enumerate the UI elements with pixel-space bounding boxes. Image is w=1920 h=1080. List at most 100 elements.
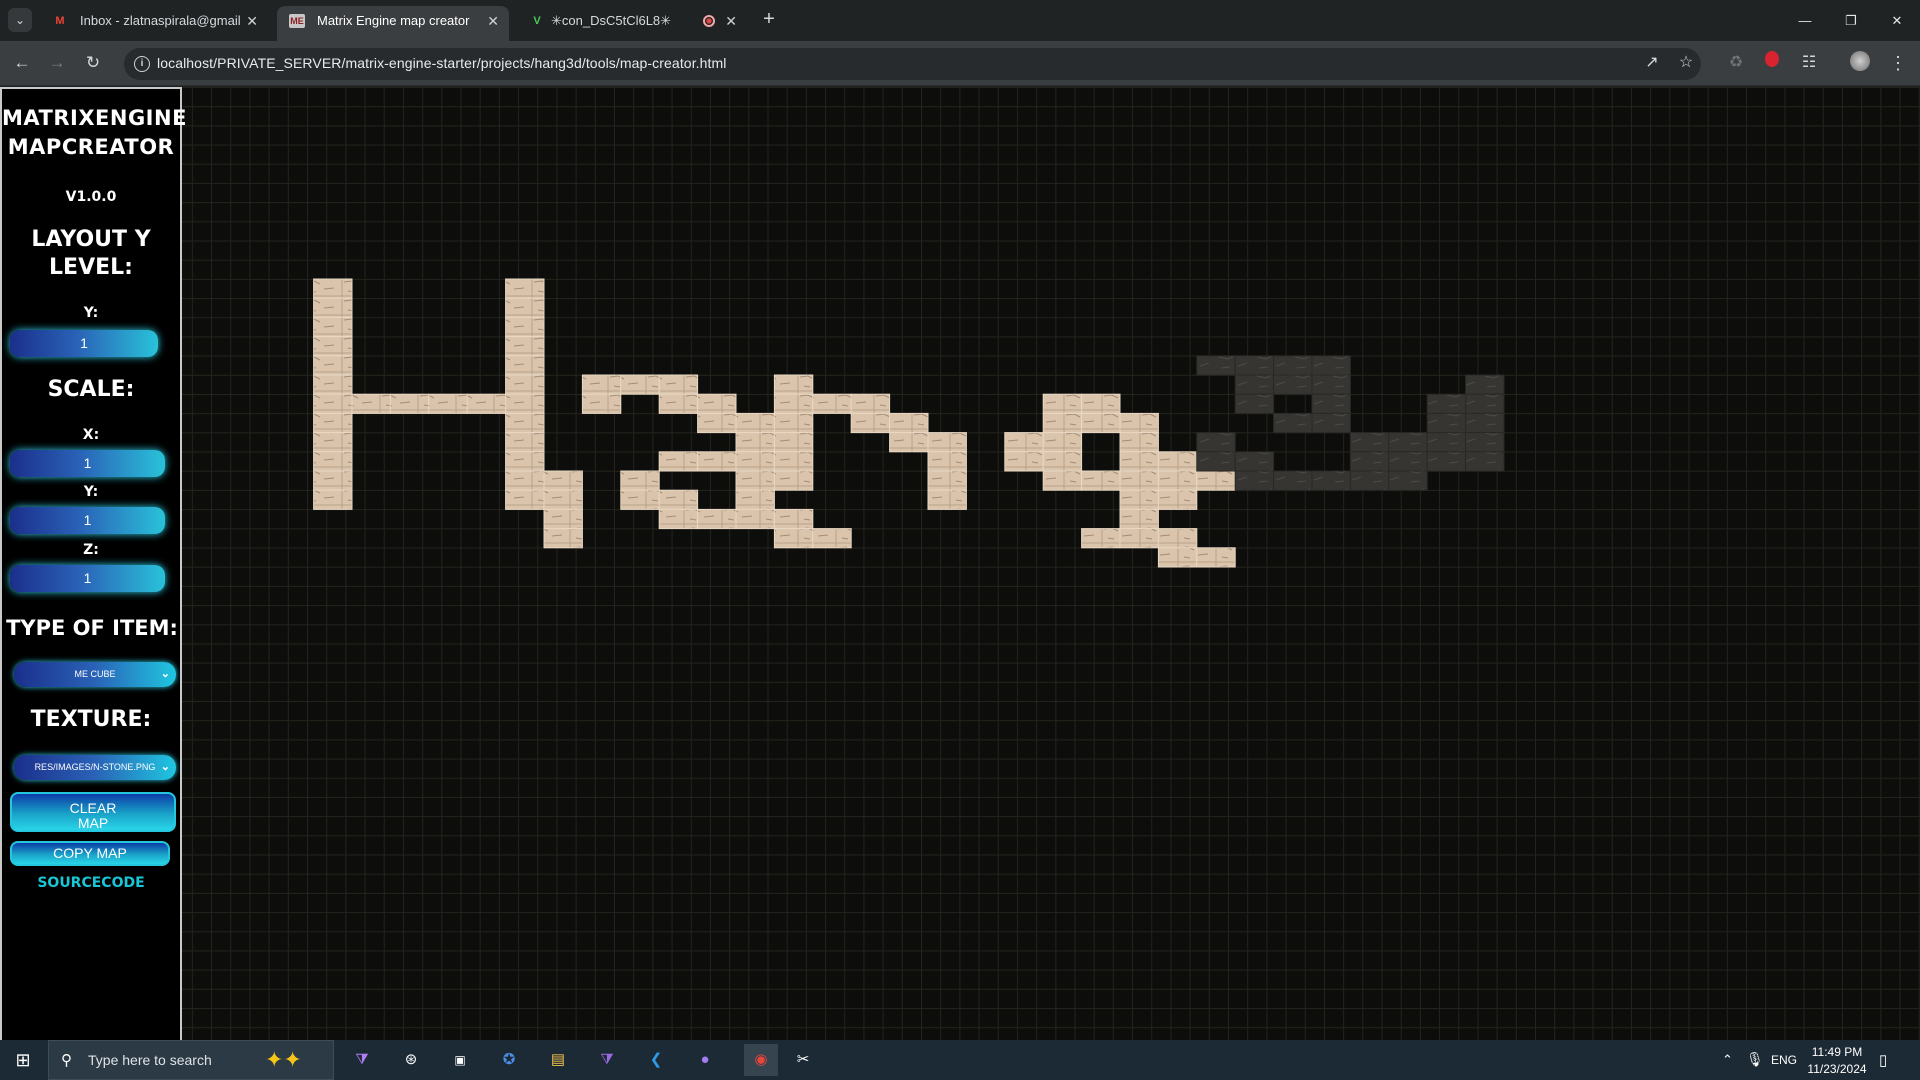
unity-icon[interactable]: ⊛: [399, 1048, 423, 1072]
sourcecode-link[interactable]: sourcecode: [2, 875, 180, 891]
stone-tile[interactable]: [735, 412, 775, 434]
url-text[interactable]: localhost/PRIVATE_SERVER/matrix-engine-s…: [157, 55, 727, 71]
stone-tile[interactable]: [313, 374, 353, 395]
stone-tile[interactable]: [1119, 489, 1159, 510]
stone-tile[interactable]: [1042, 470, 1083, 491]
stone-tile[interactable]: [313, 412, 353, 434]
file-explorer-icon[interactable]: ▤: [546, 1048, 570, 1072]
stone-tile[interactable]: [1004, 432, 1044, 453]
stone-tile[interactable]: [1081, 470, 1121, 491]
stone-tile[interactable]: [581, 393, 622, 414]
dark-tile[interactable]: [1196, 451, 1236, 472]
github-icon[interactable]: ●: [693, 1048, 717, 1072]
stone-tile[interactable]: [313, 355, 353, 376]
close-tab-icon[interactable]: ✕: [246, 6, 258, 36]
stone-tile[interactable]: [697, 393, 737, 414]
stone-tile[interactable]: [313, 297, 353, 318]
scale-x-input[interactable]: 1: [10, 450, 165, 477]
stone-tile[interactable]: [1119, 412, 1159, 434]
dark-tile[interactable]: [1426, 432, 1467, 453]
tray-chevron-up-icon[interactable]: ⌃: [1722, 1052, 1733, 1068]
stone-tile[interactable]: [1119, 528, 1159, 549]
forward-arrow-icon[interactable]: →: [45, 51, 69, 75]
extensions-puzzle-icon[interactable]: ☷: [1797, 51, 1821, 75]
dark-tile[interactable]: [1349, 432, 1390, 453]
stone-tile[interactable]: [658, 374, 699, 395]
clock-date[interactable]: 11/23/2024: [1806, 1062, 1868, 1076]
copy-map-button[interactable]: COPY MAP: [10, 841, 170, 866]
dark-tile[interactable]: [1311, 412, 1351, 434]
stone-tile[interactable]: [543, 508, 583, 530]
stone-tile[interactable]: [1081, 528, 1121, 549]
y-level-input[interactable]: 1: [10, 330, 158, 357]
stone-tile[interactable]: [1042, 393, 1083, 414]
stone-tile[interactable]: [505, 393, 545, 414]
scale-z-input[interactable]: 1: [10, 565, 165, 592]
item-type-select[interactable]: ME CUBE ⌄: [14, 662, 176, 687]
dark-tile[interactable]: [1388, 470, 1428, 491]
stone-tile[interactable]: [1004, 451, 1044, 472]
stone-tile[interactable]: [543, 470, 583, 491]
terminal-icon[interactable]: ▣: [448, 1048, 472, 1072]
stone-tile[interactable]: [927, 470, 967, 491]
stone-tile[interactable]: [1119, 470, 1159, 491]
stone-tile[interactable]: [1119, 432, 1159, 453]
stone-tile[interactable]: [697, 451, 737, 472]
stone-tile[interactable]: [773, 432, 814, 453]
stone-tile[interactable]: [697, 508, 737, 530]
stone-tile[interactable]: [889, 412, 929, 434]
vscode-icon[interactable]: ❮: [644, 1048, 668, 1072]
stone-tile[interactable]: [313, 336, 353, 357]
dark-tile[interactable]: [1234, 451, 1275, 472]
dark-tile[interactable]: [1234, 393, 1275, 414]
close-window-icon[interactable]: ✕: [1874, 0, 1920, 41]
chrome-icon[interactable]: ◉: [744, 1044, 778, 1076]
dark-tile[interactable]: [1273, 470, 1313, 491]
stone-tile[interactable]: [428, 393, 468, 414]
dark-tile[interactable]: [1311, 470, 1351, 491]
bookmark-star-icon[interactable]: ☆: [1674, 51, 1698, 75]
stone-tile[interactable]: [773, 528, 814, 549]
dark-tile[interactable]: [1311, 374, 1351, 395]
stone-tile[interactable]: [735, 432, 775, 453]
stone-tile[interactable]: [620, 470, 660, 491]
dark-tile[interactable]: [1349, 470, 1390, 491]
dark-tile[interactable]: [1349, 451, 1390, 472]
stone-tile[interactable]: [850, 412, 891, 434]
stone-tile[interactable]: [505, 489, 545, 510]
chrome-remote-icon[interactable]: ✪: [497, 1048, 521, 1072]
visual-studio-2-icon[interactable]: ⧩: [595, 1048, 619, 1072]
dark-tile[interactable]: [1465, 374, 1505, 395]
restore-icon[interactable]: ❐: [1828, 0, 1874, 41]
clock-time[interactable]: 11:49 PM: [1806, 1045, 1868, 1059]
stone-tile[interactable]: [313, 470, 353, 491]
stone-tile[interactable]: [543, 528, 583, 549]
more-menu-icon[interactable]: ⋮: [1886, 51, 1910, 75]
stone-tile[interactable]: [1081, 412, 1121, 434]
language-indicator[interactable]: ENG: [1771, 1053, 1797, 1067]
stone-tile[interactable]: [735, 489, 775, 510]
stone-tile[interactable]: [313, 278, 353, 299]
close-tab-icon[interactable]: ✕: [725, 6, 737, 36]
minimize-icon[interactable]: —: [1782, 0, 1828, 41]
stone-tile[interactable]: [581, 374, 622, 395]
stone-tile[interactable]: [1042, 451, 1083, 472]
stone-tile[interactable]: [735, 508, 775, 530]
stone-tile[interactable]: [658, 508, 699, 530]
stone-tile[interactable]: [505, 412, 545, 434]
stone-tile[interactable]: [735, 470, 775, 491]
dark-tile[interactable]: [1234, 470, 1275, 491]
dark-tile[interactable]: [1234, 374, 1275, 395]
dark-tile[interactable]: [1311, 355, 1351, 376]
stone-tile[interactable]: [773, 393, 814, 414]
stone-tile[interactable]: [927, 451, 967, 472]
stone-tile[interactable]: [505, 355, 545, 376]
back-arrow-icon[interactable]: ←: [10, 51, 34, 75]
stone-tile[interactable]: [658, 489, 699, 510]
stone-tile[interactable]: [1196, 547, 1236, 568]
stone-tile[interactable]: [505, 374, 545, 395]
stone-tile[interactable]: [1157, 470, 1198, 491]
new-tab-button[interactable]: +: [757, 8, 781, 32]
stone-tile[interactable]: [313, 393, 353, 414]
stone-tile[interactable]: [505, 451, 545, 472]
